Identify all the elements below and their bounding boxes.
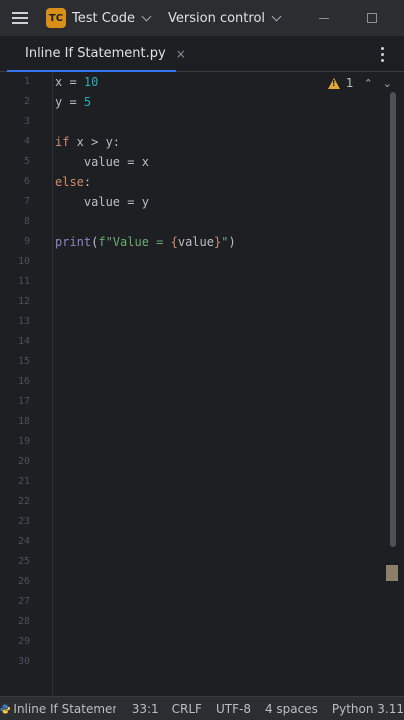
status-encoding[interactable]: UTF-8 xyxy=(216,702,251,716)
code-line-9: print(f"Value = {value}") xyxy=(55,232,236,252)
line-number-gutter: 1 2 3 4 5 6 7 8 9 10 11 12 13 14 15 16 1… xyxy=(0,72,53,696)
maximize-icon[interactable] xyxy=(362,8,382,28)
line-number: 3 xyxy=(23,116,30,127)
code-token: x = xyxy=(55,75,84,89)
line-number: 27 xyxy=(17,596,30,607)
warning-count: 1 xyxy=(345,76,354,90)
hamburger-menu-icon[interactable] xyxy=(12,7,34,29)
code-token: value xyxy=(177,235,214,249)
line-number: 7 xyxy=(23,196,30,207)
code-token-number: 10 xyxy=(83,75,99,89)
line-number: 18 xyxy=(17,416,30,427)
code-token: y = xyxy=(55,95,84,109)
vcs-label: Version control xyxy=(168,10,266,26)
line-number: 12 xyxy=(17,296,30,307)
vertical-scrollbar[interactable] xyxy=(390,92,396,547)
code-line-6: else: xyxy=(55,172,91,192)
status-interpreter[interactable]: Python 3.11 xyxy=(332,702,404,716)
scroll-marker xyxy=(386,565,398,581)
line-number: 5 xyxy=(23,156,30,167)
line-number: 10 xyxy=(17,256,30,267)
code-line-4: if x > y: xyxy=(55,132,120,152)
line-number: 29 xyxy=(17,636,30,647)
line-number: 20 xyxy=(17,456,30,467)
project-badge: TC xyxy=(46,8,66,28)
line-number: 26 xyxy=(17,576,30,587)
status-indent[interactable]: 4 spaces xyxy=(265,702,318,716)
code-token-number: 5 xyxy=(83,95,92,109)
project-name: Test Code xyxy=(72,10,136,26)
code-token-keyword: if xyxy=(55,135,70,149)
chevron-down-icon xyxy=(141,11,152,21)
minimize-icon[interactable] xyxy=(314,8,334,28)
project-selector[interactable]: Test Code xyxy=(72,11,154,26)
arrow-up-icon[interactable]: ⌃ xyxy=(364,77,373,90)
chevron-down-icon xyxy=(271,11,282,21)
more-vertical-icon[interactable] xyxy=(374,45,390,63)
tab-inline-if-statement[interactable]: Inline If Statement.py × xyxy=(7,36,186,72)
status-caret-position[interactable]: 33:1 xyxy=(132,702,159,716)
line-number: 4 xyxy=(23,136,30,147)
line-number: 28 xyxy=(17,616,30,627)
code-token-keyword: else xyxy=(55,175,84,189)
code-editor[interactable]: 1 2 3 4 5 6 7 8 9 10 11 12 13 14 15 16 1… xyxy=(0,72,404,696)
line-number: 13 xyxy=(17,316,30,327)
line-number: 30 xyxy=(17,656,30,667)
line-number: 14 xyxy=(17,336,30,347)
code-line-2: y = 5 xyxy=(55,92,91,112)
line-number: 17 xyxy=(17,396,30,407)
arrow-down-icon[interactable]: ⌄ xyxy=(383,77,392,90)
line-number: 24 xyxy=(17,536,30,547)
code-token: ) xyxy=(228,235,236,249)
line-number: 19 xyxy=(17,436,30,447)
tab-label: Inline If Statement.py xyxy=(25,46,166,61)
line-number: 9 xyxy=(23,236,30,247)
code-token: x > y: xyxy=(69,135,121,149)
code-token-builtin: print xyxy=(55,235,92,249)
code-token-string: f"Value = xyxy=(98,235,171,249)
line-number: 8 xyxy=(23,216,30,227)
line-number: 21 xyxy=(17,476,30,487)
status-line-separator[interactable]: CRLF xyxy=(172,702,202,716)
line-number: 15 xyxy=(17,356,30,367)
line-number: 16 xyxy=(17,376,30,387)
inspection-widget[interactable]: 1 ⌃ ⌄ xyxy=(327,76,392,90)
editor-tab-bar: Inline If Statement.py × xyxy=(0,36,404,72)
code-token-brace: { xyxy=(170,235,178,249)
code-line-1: x = 10 xyxy=(55,72,98,92)
code-line-7: value = y xyxy=(55,195,149,209)
python-icon xyxy=(0,704,11,713)
vcs-selector[interactable]: Version control xyxy=(168,11,284,26)
code-token: : xyxy=(83,175,92,189)
close-icon[interactable]: × xyxy=(176,47,186,61)
title-bar: TC Test Code Version control xyxy=(0,0,404,36)
line-number: 1 xyxy=(23,76,30,87)
status-file-name[interactable]: Inline If Statemen xyxy=(13,702,115,716)
line-number: 25 xyxy=(17,556,30,567)
status-bar: Inline If Statemen 33:1 CRLF UTF-8 4 spa… xyxy=(0,696,404,720)
code-line-5: value = x xyxy=(55,155,149,169)
line-number: 2 xyxy=(23,96,30,107)
line-number: 23 xyxy=(17,516,30,527)
line-number: 22 xyxy=(17,496,30,507)
line-number: 11 xyxy=(17,276,30,287)
warning-icon xyxy=(327,77,340,89)
line-number: 6 xyxy=(23,176,30,187)
